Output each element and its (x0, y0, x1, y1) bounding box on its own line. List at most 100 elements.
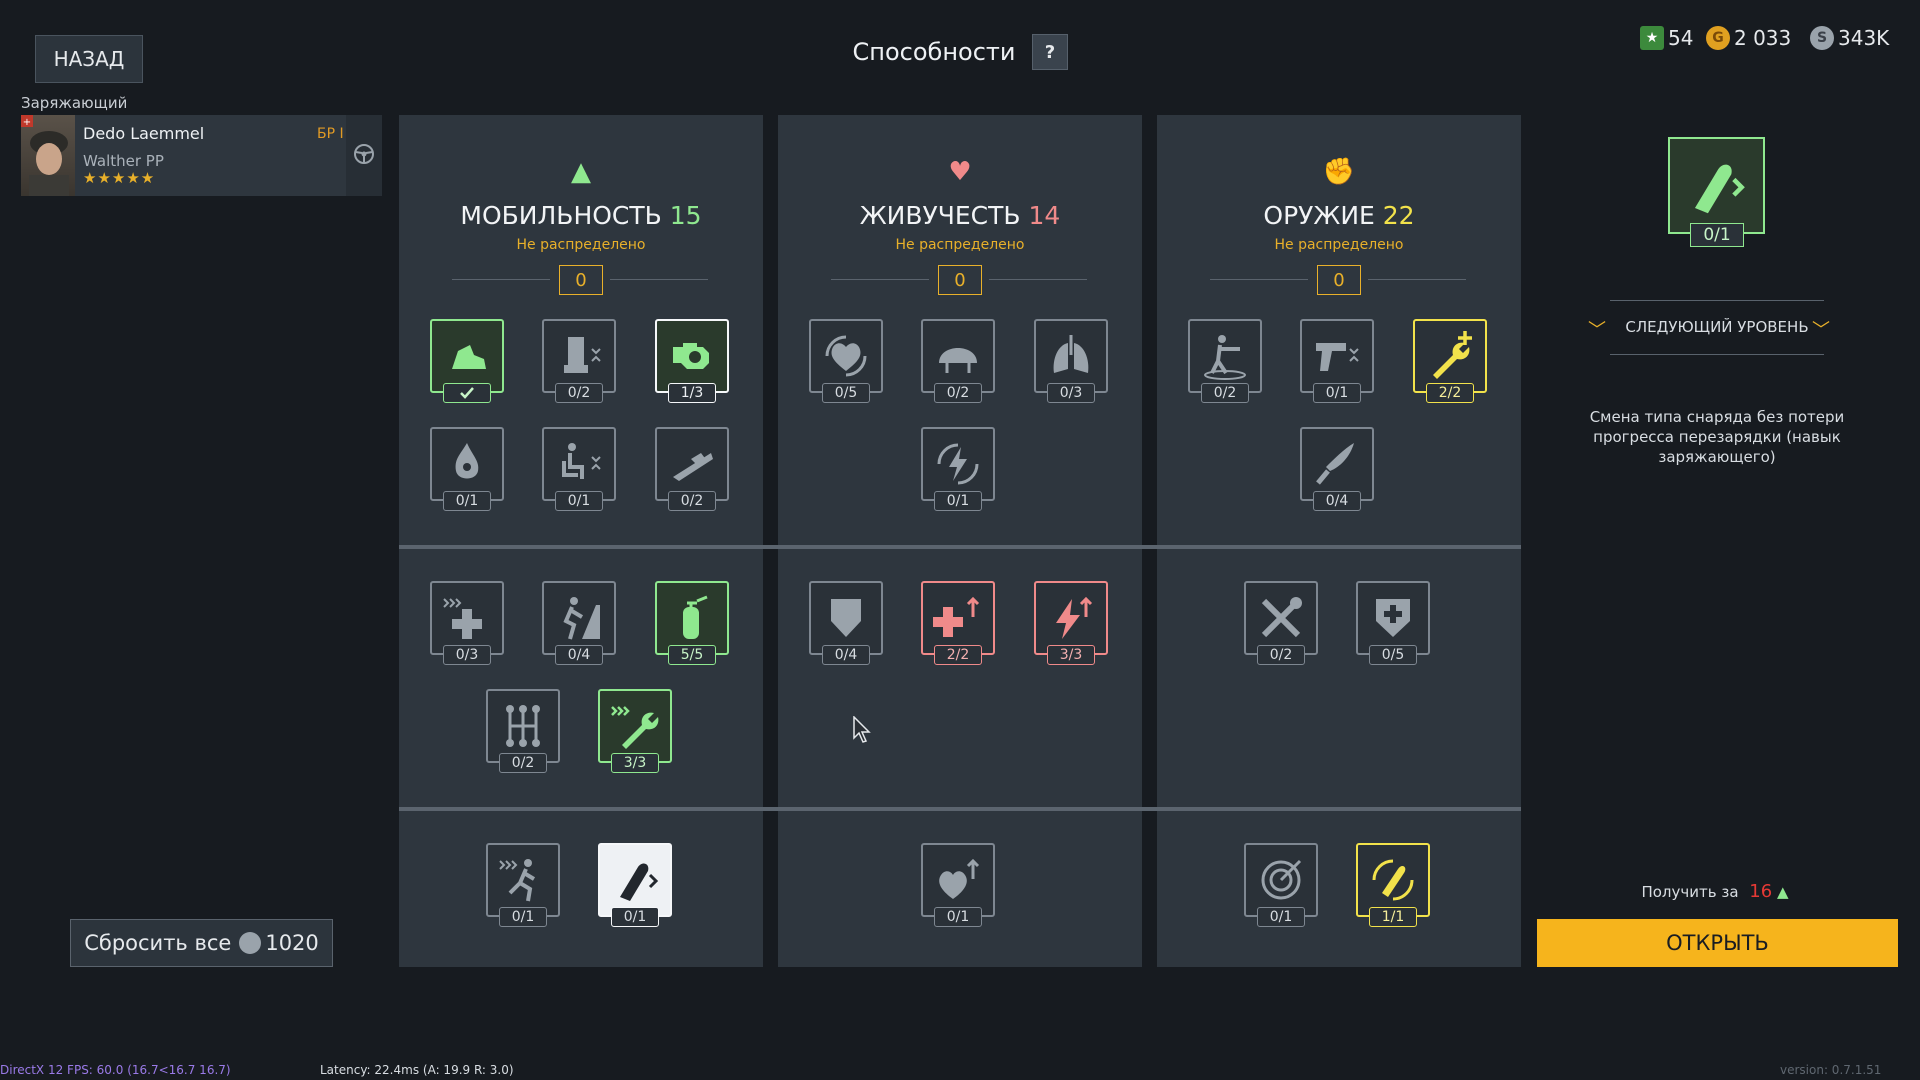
skill-heart-up[interactable]: 0/1 (921, 843, 995, 927)
skill-seat-switch[interactable]: 0/2 (542, 319, 616, 403)
skill-fire-resist[interactable]: 0/1 (430, 427, 504, 511)
skill-count: 0/1 (443, 491, 491, 511)
divider (1610, 354, 1824, 355)
skill-fast-heal[interactable]: 0/3 (430, 581, 504, 665)
stamina-up-icon (1034, 581, 1108, 655)
skill-count: 3/3 (611, 753, 659, 773)
divider (831, 279, 929, 280)
panel-weapons: ✊ ОРУЖИЕ 22 Не распределено 0 (1157, 115, 1521, 967)
crew-name: Dedo Laemmel (83, 124, 205, 143)
panel-survival: ♥ ЖИВУЧЕСТЬ 14 Не распределено 0 (778, 115, 1142, 967)
steering-wheel-icon (354, 144, 374, 164)
selected-skill-count: 0/1 (1690, 223, 1744, 247)
skill-count: 0/1 (1313, 383, 1361, 403)
skill-pedal[interactable]: 0/2 (655, 427, 729, 511)
skill-count: 0/4 (822, 645, 870, 665)
heart-cycle-icon (809, 319, 883, 393)
skill-medic-shield[interactable]: 0/5 (1356, 581, 1430, 665)
crew-card[interactable]: + Dedo Laemmel Walther PP ★★★★★ БР I (21, 115, 382, 196)
pistol-icon (1300, 319, 1374, 393)
engine-icon (655, 319, 729, 393)
seated-person-icon (542, 427, 616, 501)
knife-icon (1300, 427, 1374, 501)
skill-extinguisher[interactable]: 5/5 (655, 581, 729, 665)
skill-count: 0/4 (1313, 491, 1361, 511)
latency-readout: Latency: 22.4ms (A: 19.9 R: 3.0) (320, 1063, 514, 1077)
tier-divider (399, 545, 1521, 549)
skill-aim-move[interactable]: 0/2 (1188, 319, 1262, 403)
skill-count: 0/2 (1201, 383, 1249, 403)
seat-icon (542, 319, 616, 393)
skill-heart-regen[interactable]: 0/5 (809, 319, 883, 403)
silver-coin-icon (239, 932, 262, 954)
tier-divider (399, 807, 1521, 811)
pedal-boot-icon (655, 427, 729, 501)
skill-count: 0/1 (1257, 907, 1305, 927)
panel-title-text: ОРУЖИЕ (1263, 201, 1375, 230)
reset-cost: 1020 (265, 931, 319, 955)
currency-gold-value: 2 033 (1734, 26, 1792, 50)
heart-up-icon (921, 843, 995, 917)
crew-vehicle-slot[interactable] (346, 115, 382, 196)
boot-icon: ▲ (1776, 883, 1789, 901)
boot-icon (430, 319, 504, 393)
skill-lungs[interactable]: 0/3 (1034, 319, 1108, 403)
skill-count: 0/5 (822, 383, 870, 403)
panel-title: ОРУЖИЕ 22 (1157, 201, 1521, 230)
climbing-person-icon (542, 581, 616, 655)
skill-climb[interactable]: 0/4 (542, 581, 616, 665)
skill-description: Смена типа снаряда без потери прогресса … (1589, 408, 1845, 466)
skill-fast-repair[interactable]: 3/3 (598, 689, 672, 773)
fist-icon: ✊ (1322, 157, 1356, 187)
running-person-icon (486, 843, 560, 917)
skill-sprint[interactable] (430, 319, 504, 403)
skill-max-health[interactable]: 2/2 (921, 581, 995, 665)
skill-shell-switch[interactable]: 0/1 (598, 843, 672, 927)
skill-repair-plus[interactable]: 2/2 (1413, 319, 1487, 403)
open-button[interactable]: ОТКРЫТЬ (1537, 919, 1898, 967)
panel-points: 22 (1382, 201, 1415, 230)
skill-count: 0/4 (555, 645, 603, 665)
version-label: version: 0.7.1.51 (1780, 1063, 1882, 1077)
skill-engine[interactable]: 1/3 (655, 319, 729, 403)
help-button[interactable]: ? (1032, 34, 1068, 70)
skill-knife[interactable]: 0/4 (1300, 427, 1374, 511)
skill-fast-run[interactable]: 0/1 (486, 843, 560, 927)
panel-title: МОБИЛЬНОСТЬ 15 (399, 201, 763, 230)
skill-armor[interactable]: 0/4 (809, 581, 883, 665)
skill-count: 2/2 (934, 645, 982, 665)
mouse-cursor-icon (853, 716, 871, 743)
plus-arrows-icon (430, 581, 504, 655)
fire-person-icon (430, 427, 504, 501)
unassigned-label: Не распределено (1274, 237, 1404, 253)
reset-all-button[interactable]: Сбросить все 1020 (70, 919, 333, 967)
panel-points: 15 (669, 201, 702, 230)
skill-count: 0/2 (555, 383, 603, 403)
panel-mobility: ▲ МОБИЛЬНОСТЬ 15 Не распределено 0 (399, 115, 763, 967)
divider (452, 279, 550, 280)
cost-line: Получить за 16 ▲ (1540, 881, 1890, 902)
unassigned-points: 0 (938, 265, 982, 295)
skill-reload[interactable]: 1/1 (1356, 843, 1430, 927)
skill-seat-adjust[interactable]: 0/1 (542, 427, 616, 511)
skill-accuracy[interactable]: 0/1 (1244, 843, 1318, 927)
crew-rank: БР I (317, 126, 344, 142)
health-up-icon (921, 581, 995, 655)
lightning-cycle-icon (921, 427, 995, 501)
shell-switch-icon (598, 843, 672, 917)
skill-pistol-switch[interactable]: 0/1 (1300, 319, 1374, 403)
shield-plus-icon (1356, 581, 1430, 655)
skill-gearbox[interactable]: 0/2 (486, 689, 560, 773)
panel-title-text: ЖИВУЧЕСТЬ (859, 201, 1021, 230)
skill-count: 0/2 (499, 753, 547, 773)
skill-tools[interactable]: 0/2 (1244, 581, 1318, 665)
skill-count: 0/1 (934, 491, 982, 511)
crew-stars: ★★★★★ (83, 169, 156, 187)
skill-max-stamina[interactable]: 3/3 (1034, 581, 1108, 665)
skill-helmet[interactable]: 0/2 (921, 319, 995, 403)
chevron-down-icon: ﹀ (1812, 320, 1830, 341)
divider (1368, 279, 1466, 280)
skill-stamina-regen[interactable]: 0/1 (921, 427, 995, 511)
unassigned-points: 0 (1317, 265, 1361, 295)
target-icon (1244, 843, 1318, 917)
